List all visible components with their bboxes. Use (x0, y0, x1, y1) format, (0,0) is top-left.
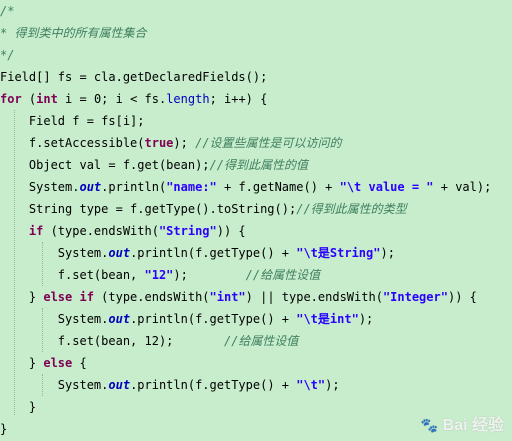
code-token: } (0, 422, 8, 436)
code-token: .println( (101, 180, 167, 194)
code-token: * 得到类中的所有属性集合 (0, 26, 147, 40)
code-token: "\t是String" (296, 246, 381, 260)
code-token: ) || type.endsWith( (245, 290, 383, 304)
code-line: /* (0, 0, 14, 22)
code-token: ; i++) { (209, 92, 268, 106)
code-token: //设置些属性是可以访问的 (195, 136, 342, 150)
code-token: + f.getName() + (216, 180, 340, 194)
code-line: System.out.println(f.getType() + "\t是Str… (0, 242, 395, 264)
code-token: */ (0, 48, 15, 62)
code-token: length (166, 92, 210, 106)
code-line: f.set(bean, 12); //给属性设值 (0, 330, 299, 352)
code-token: true (144, 136, 174, 150)
code-token: System. (0, 180, 80, 194)
watermark: 🐾 Bai 经验 (421, 411, 504, 435)
code-token: f.set(bean, 12); (0, 334, 224, 348)
code-token: else if (43, 290, 94, 304)
code-line: if (type.endsWith("String")) { (0, 220, 246, 242)
indent-guide (42, 308, 43, 352)
code-token: } (0, 290, 44, 304)
code-token: )) { (447, 290, 477, 304)
code-line: Field[] fs = cla.getDeclaredFields(); (0, 66, 267, 88)
code-token: out (108, 312, 131, 326)
code-line: for (int i = 0; i < fs.length; i++) { (0, 88, 267, 110)
code-token: (type.endsWith( (93, 290, 210, 304)
code-token: )) { (216, 224, 246, 238)
code-token: "\t value = " (339, 180, 434, 194)
code-token: + val); (433, 180, 492, 194)
code-token: i = 0; i < fs. (57, 92, 167, 106)
code-token: "String" (158, 224, 217, 238)
code-line: f.set(bean, "12"); //给属性设值 (0, 264, 320, 286)
code-token: out (108, 246, 131, 260)
code-token: } (0, 400, 37, 414)
code-token: .println(f.getType() + (130, 378, 297, 392)
code-token: "Integer" (382, 290, 448, 304)
code-line: } (0, 418, 7, 440)
code-line: */ (0, 44, 14, 66)
code-token: Field f = fs[i]; (0, 114, 145, 128)
code-token: ); (173, 136, 196, 150)
code-token: f.setAccessible( (0, 136, 145, 150)
code-token: .println(f.getType() + (130, 246, 297, 260)
code-token: Object val = f.get(bean); (0, 158, 210, 172)
watermark-text: Bai 经验 (442, 417, 504, 434)
code-token: out (108, 378, 131, 392)
code-token: /* (0, 4, 15, 18)
code-token: ( (21, 92, 37, 106)
code-line: * 得到类中的所有属性集合 (0, 22, 146, 44)
code-token: out (79, 180, 102, 194)
code-line: Object val = f.get(bean);//得到此属性的值 (0, 154, 308, 176)
code-token: f.set(bean, (0, 268, 145, 282)
code-line: System.out.println(f.getType() + "\t是int… (0, 308, 373, 330)
code-token: "int" (209, 290, 246, 304)
indent-guide (42, 242, 43, 286)
code-line: } else { (0, 352, 87, 374)
indent-guide (42, 374, 43, 396)
code-line: f.setAccessible(true); //设置些属性是可以访问的 (0, 132, 342, 154)
code-line: } (0, 396, 36, 418)
code-token: .println(f.getType() + (130, 312, 297, 326)
code-token: "\t是int" (296, 312, 359, 326)
code-token: "12" (144, 268, 174, 282)
code-token: System. (0, 312, 109, 326)
code-token: else (43, 356, 73, 370)
code-editor[interactable]: /* * 得到类中的所有属性集合 */ Field[] fs = cla.getDec… (0, 0, 512, 441)
code-token: //得到此属性的值 (209, 158, 308, 172)
code-line: String type = f.getType().toString();//得… (0, 198, 407, 220)
code-token: //给属性设值 (245, 268, 321, 282)
code-token: "\t" (296, 378, 326, 392)
code-token: } (0, 356, 44, 370)
code-token: (type.endsWith( (43, 224, 159, 238)
indent-guide (14, 110, 15, 415)
code-token: for (0, 92, 22, 106)
code-token: ); (358, 312, 374, 326)
code-token: //得到此属性的类型 (296, 202, 407, 216)
code-token: System. (0, 378, 109, 392)
code-token: if (28, 224, 44, 238)
code-token: ); (173, 268, 246, 282)
code-line: System.out.println("name:" + f.getName()… (0, 176, 491, 198)
code-line: } else if (type.endsWith("int") || type.… (0, 286, 477, 308)
code-token: String type = f.getType().toString(); (0, 202, 297, 216)
code-line: Field f = fs[i]; (0, 110, 145, 132)
code-token: { (72, 356, 87, 370)
code-token: ); (325, 378, 340, 392)
code-token: int (36, 92, 58, 106)
code-token: System. (0, 246, 109, 260)
code-token: ); (380, 246, 395, 260)
code-line: System.out.println(f.getType() + "\t"); (0, 374, 340, 396)
code-token: "name:" (166, 180, 217, 194)
code-token: //给属性设值 (223, 334, 299, 348)
baidu-paw-icon: 🐾 (420, 417, 439, 433)
code-token: Field[] fs = cla.getDeclaredFields(); (0, 70, 268, 84)
